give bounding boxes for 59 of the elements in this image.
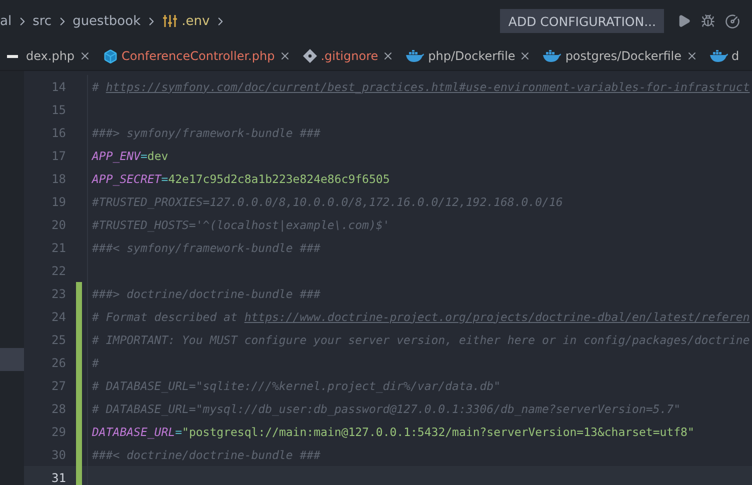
tab-label[interactable]: .gitignore — [320, 49, 378, 63]
code-line: # Format described at https://www.doctrine-project.org/projects/doctrine-dbal/en/latest/referen — [92, 310, 750, 324]
tab-label[interactable]: php/Dockerfile — [428, 49, 516, 63]
code-line: ###> symfony/framework-bundle ### — [92, 126, 320, 140]
play-icon — [677, 14, 691, 28]
breadcrumb[interactable]: .env — [182, 14, 210, 28]
line-number: 22 — [50, 264, 67, 278]
line-number: 23 — [50, 286, 67, 300]
line-number: 20 — [50, 218, 67, 232]
line-number: 31 — [50, 470, 67, 484]
breadcrumb[interactable]: al — [0, 14, 12, 28]
line-number: 25 — [50, 332, 67, 346]
bug-icon — [701, 14, 715, 28]
gauge-icon — [724, 14, 740, 28]
tab-label[interactable]: ConferenceController.php — [122, 49, 275, 63]
close-icon[interactable] — [382, 50, 394, 62]
minimize-icon[interactable] — [6, 54, 18, 58]
add-configuration-button[interactable]: ADD CONFIGURATION... — [500, 9, 664, 33]
line-number: 24 — [50, 310, 67, 324]
line-number: 14 — [50, 80, 67, 94]
code-line: APP_SECRET=42e17c95d2c8a1b223e824e86c9f6505 — [92, 172, 390, 186]
cube-icon — [102, 48, 118, 64]
line-number: 18 — [50, 172, 67, 186]
whale-icon — [710, 50, 728, 62]
close-icon[interactable] — [278, 50, 291, 62]
close-icon[interactable] — [519, 50, 532, 62]
close-icon[interactable] — [78, 50, 91, 62]
line-number: 16 — [50, 126, 67, 140]
sliders-icon — [162, 14, 178, 28]
line-number: 28 — [50, 402, 67, 416]
line-number: 21 — [50, 240, 67, 254]
sidebar-highlight — [0, 348, 24, 372]
code-line: #TRUSTED_HOSTS='^(localhost|example\.com)$' — [92, 218, 390, 232]
line-number: 30 — [50, 448, 67, 462]
code-line: ###> doctrine/doctrine-bundle ### — [92, 286, 320, 300]
code-line: # DATABASE_URL="sqlite:///%kernel.project_dir%/var/data.db" — [92, 378, 500, 392]
breadcrumb[interactable]: guestbook — [72, 14, 141, 28]
code-line: # DATABASE_URL="mysql://db_user:db_password@127.0.0.1:3306/db_name?serverVersion=5.7" — [92, 402, 681, 416]
line-number: 27 — [50, 378, 67, 392]
line-number: 17 — [50, 148, 67, 162]
tab-label[interactable]: dex.php — [26, 49, 75, 63]
line-number: 19 — [50, 194, 67, 208]
tab-label[interactable]: d — [732, 49, 740, 63]
whale-icon — [406, 50, 424, 62]
line-number: 15 — [50, 102, 67, 116]
code-line: #TRUSTED_PROXIES=127.0.0.0/8,10.0.0.0/8,172.16.0.0/12,192.168.0.0/16 — [92, 194, 563, 208]
line-number: 26 — [50, 356, 67, 370]
code-line: ###< symfony/framework-bundle ### — [92, 240, 320, 254]
breadcrumb[interactable]: src — [32, 14, 52, 28]
code-line: DATABASE_URL="postgresql://main:main@127.0.0.1:5432/main?serverVersion=13&charset=utf8" — [92, 424, 694, 438]
code-line: APP_ENV=dev — [92, 148, 168, 162]
code-line: # https://symfony.com/doc/current/best_practices.html#use-environment-variables-for-infrastruct — [92, 80, 750, 94]
code-line: # IMPORTANT: You MUST configure your server version, either here or in config/packages/doctrine — [92, 332, 750, 346]
close-icon[interactable] — [686, 50, 698, 62]
code-line: # — [92, 356, 99, 370]
line-number: 29 — [50, 424, 67, 438]
tab-label[interactable]: postgres/Dockerfile — [565, 49, 682, 63]
whale-icon — [543, 50, 562, 62]
code-line: ###< doctrine/doctrine-bundle ### — [92, 448, 320, 462]
